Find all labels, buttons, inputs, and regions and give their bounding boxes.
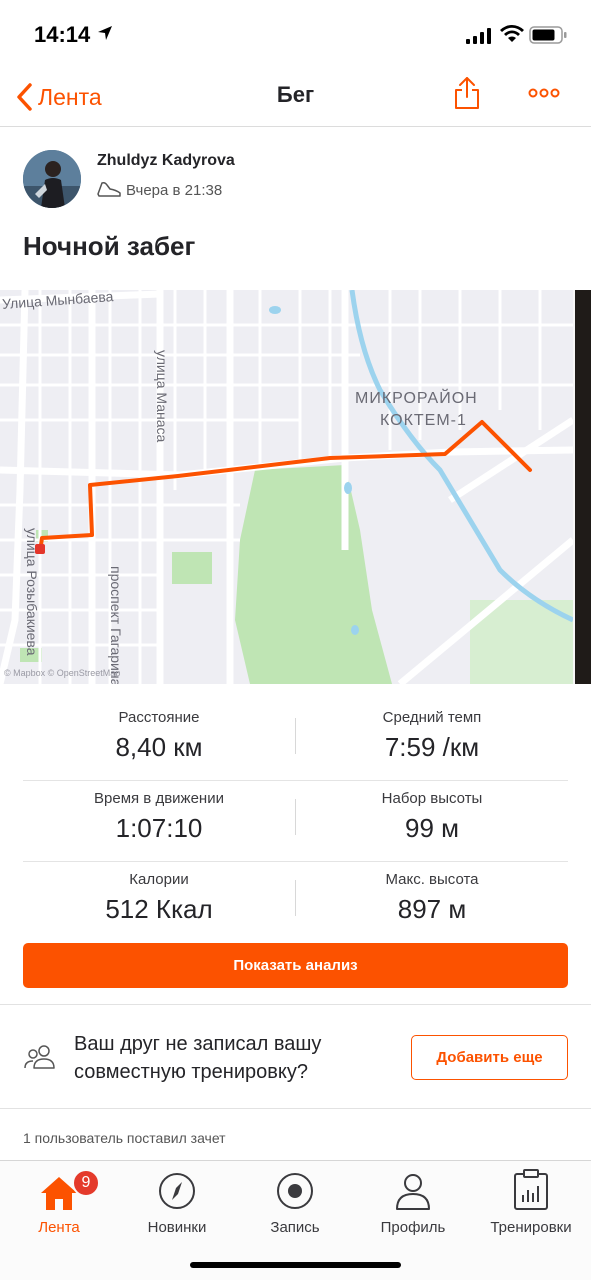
stat-moving-time: Время в движении 1:07:10 bbox=[23, 789, 295, 845]
athlete-name[interactable]: Zhuldyz Kadyrova bbox=[97, 152, 235, 170]
battery-icon bbox=[529, 26, 567, 44]
stat-label: Расстояние bbox=[118, 709, 200, 726]
tab-icon-wrap bbox=[118, 1167, 236, 1211]
route-map[interactable]: Улица Мынбаева улица Манаса МИКРОРАЙОН К… bbox=[0, 290, 573, 684]
divider bbox=[0, 1004, 591, 1005]
map-label-street-2: улица Манаса bbox=[154, 350, 170, 443]
stat-avg-pace: Средний темп 7:59 /км bbox=[296, 708, 568, 764]
location-arrow-icon bbox=[98, 26, 112, 40]
map-attribution[interactable]: © Mapbox © OpenStreetMap bbox=[4, 668, 120, 678]
photo-preview[interactable] bbox=[573, 290, 591, 684]
status-time: 14:14 bbox=[34, 22, 91, 47]
stat-value: 897 м bbox=[397, 894, 467, 924]
stat-value: 7:59 /км bbox=[384, 732, 480, 762]
stat-label: Средний темп bbox=[382, 709, 482, 726]
stat-value: 1:07:10 bbox=[115, 813, 203, 843]
wifi-icon bbox=[500, 25, 524, 42]
map-label-street-4: проспект Гагарина bbox=[108, 566, 124, 684]
tab-profile[interactable]: Профиль bbox=[354, 1167, 472, 1236]
friends-icon bbox=[24, 1045, 55, 1069]
training-log-icon bbox=[514, 1169, 548, 1210]
more-options-icon[interactable] bbox=[528, 88, 560, 98]
activity-date: Вчера в 21:38 bbox=[126, 182, 223, 199]
tab-icon-wrap: 9 bbox=[0, 1167, 118, 1211]
stat-distance: Расстояние 8,40 км bbox=[23, 708, 295, 764]
shoe-icon bbox=[97, 182, 121, 197]
record-icon bbox=[277, 1173, 313, 1209]
kudos-count[interactable]: 1 пользователь поставил зачет bbox=[23, 1130, 226, 1146]
stat-label: Набор высоты bbox=[381, 790, 483, 807]
map-canvas bbox=[0, 290, 573, 684]
tab-label: Новинки bbox=[147, 1219, 207, 1236]
status-bar: 14:14 bbox=[0, 0, 591, 66]
stat-label: Калории bbox=[129, 871, 189, 888]
tab-icon-wrap bbox=[472, 1167, 590, 1211]
nav-bar: Лента Бег bbox=[0, 66, 591, 127]
tab-explore[interactable]: Новинки bbox=[118, 1167, 236, 1236]
stat-row: Расстояние 8,40 км Средний темп 7:59 /км bbox=[23, 700, 568, 781]
back-button[interactable]: Лента bbox=[16, 80, 102, 114]
tab-label: Лента bbox=[38, 1219, 80, 1236]
chevron-left-icon bbox=[17, 83, 32, 111]
stat-max-elevation: Макс. высота 897 м bbox=[296, 870, 568, 926]
divider bbox=[0, 1108, 591, 1109]
stat-value: 99 м bbox=[404, 813, 460, 843]
tab-label: Профиль bbox=[380, 1219, 446, 1236]
tab-feed[interactable]: 9 Лента bbox=[0, 1167, 118, 1236]
stat-row: Время в движении 1:07:10 Набор высоты 99… bbox=[23, 781, 568, 862]
tab-label: Запись bbox=[270, 1219, 320, 1236]
notification-badge: 9 bbox=[72, 1169, 100, 1197]
map-label-street-3: улица Розыбакиева bbox=[24, 528, 40, 656]
map-label-district-2: КОКТЕМ-1 bbox=[380, 412, 467, 429]
avatar-photo bbox=[23, 150, 81, 208]
tab-icon-wrap bbox=[354, 1167, 472, 1211]
tab-icon-wrap bbox=[236, 1167, 354, 1211]
back-label: Лента bbox=[38, 83, 102, 110]
tab-record[interactable]: Запись bbox=[236, 1167, 354, 1236]
stat-value: 512 Ккал bbox=[105, 894, 213, 924]
home-indicator[interactable] bbox=[190, 1262, 401, 1268]
show-analysis-button[interactable]: Показать анализ bbox=[23, 943, 568, 988]
friend-prompt-text: Ваш друг не записал вашу совместную трен… bbox=[74, 1033, 322, 1083]
stat-value: 8,40 км bbox=[115, 732, 203, 762]
map-divider bbox=[573, 290, 575, 684]
activity-title: Ночной забег bbox=[23, 231, 196, 261]
tab-training[interactable]: Тренировки bbox=[472, 1167, 590, 1236]
compass-icon bbox=[159, 1173, 195, 1209]
avatar[interactable] bbox=[23, 150, 81, 208]
share-icon[interactable] bbox=[452, 75, 482, 111]
profile-icon bbox=[396, 1174, 430, 1210]
activity-stats: Расстояние 8,40 км Средний темп 7:59 /км… bbox=[23, 700, 568, 943]
cellular-signal-icon bbox=[466, 28, 491, 44]
stat-label: Время в движении bbox=[94, 790, 224, 807]
stat-label: Макс. высота bbox=[385, 871, 479, 888]
add-more-button[interactable]: Добавить еще bbox=[411, 1035, 568, 1080]
tab-label: Тренировки bbox=[490, 1219, 572, 1236]
stat-calories: Калории 512 Ккал bbox=[23, 870, 295, 926]
stat-row: Калории 512 Ккал Макс. высота 897 м bbox=[23, 862, 568, 943]
stat-elevation-gain: Набор высоты 99 м bbox=[296, 789, 568, 845]
map-label-district: МИКРОРАЙОН bbox=[355, 390, 478, 407]
